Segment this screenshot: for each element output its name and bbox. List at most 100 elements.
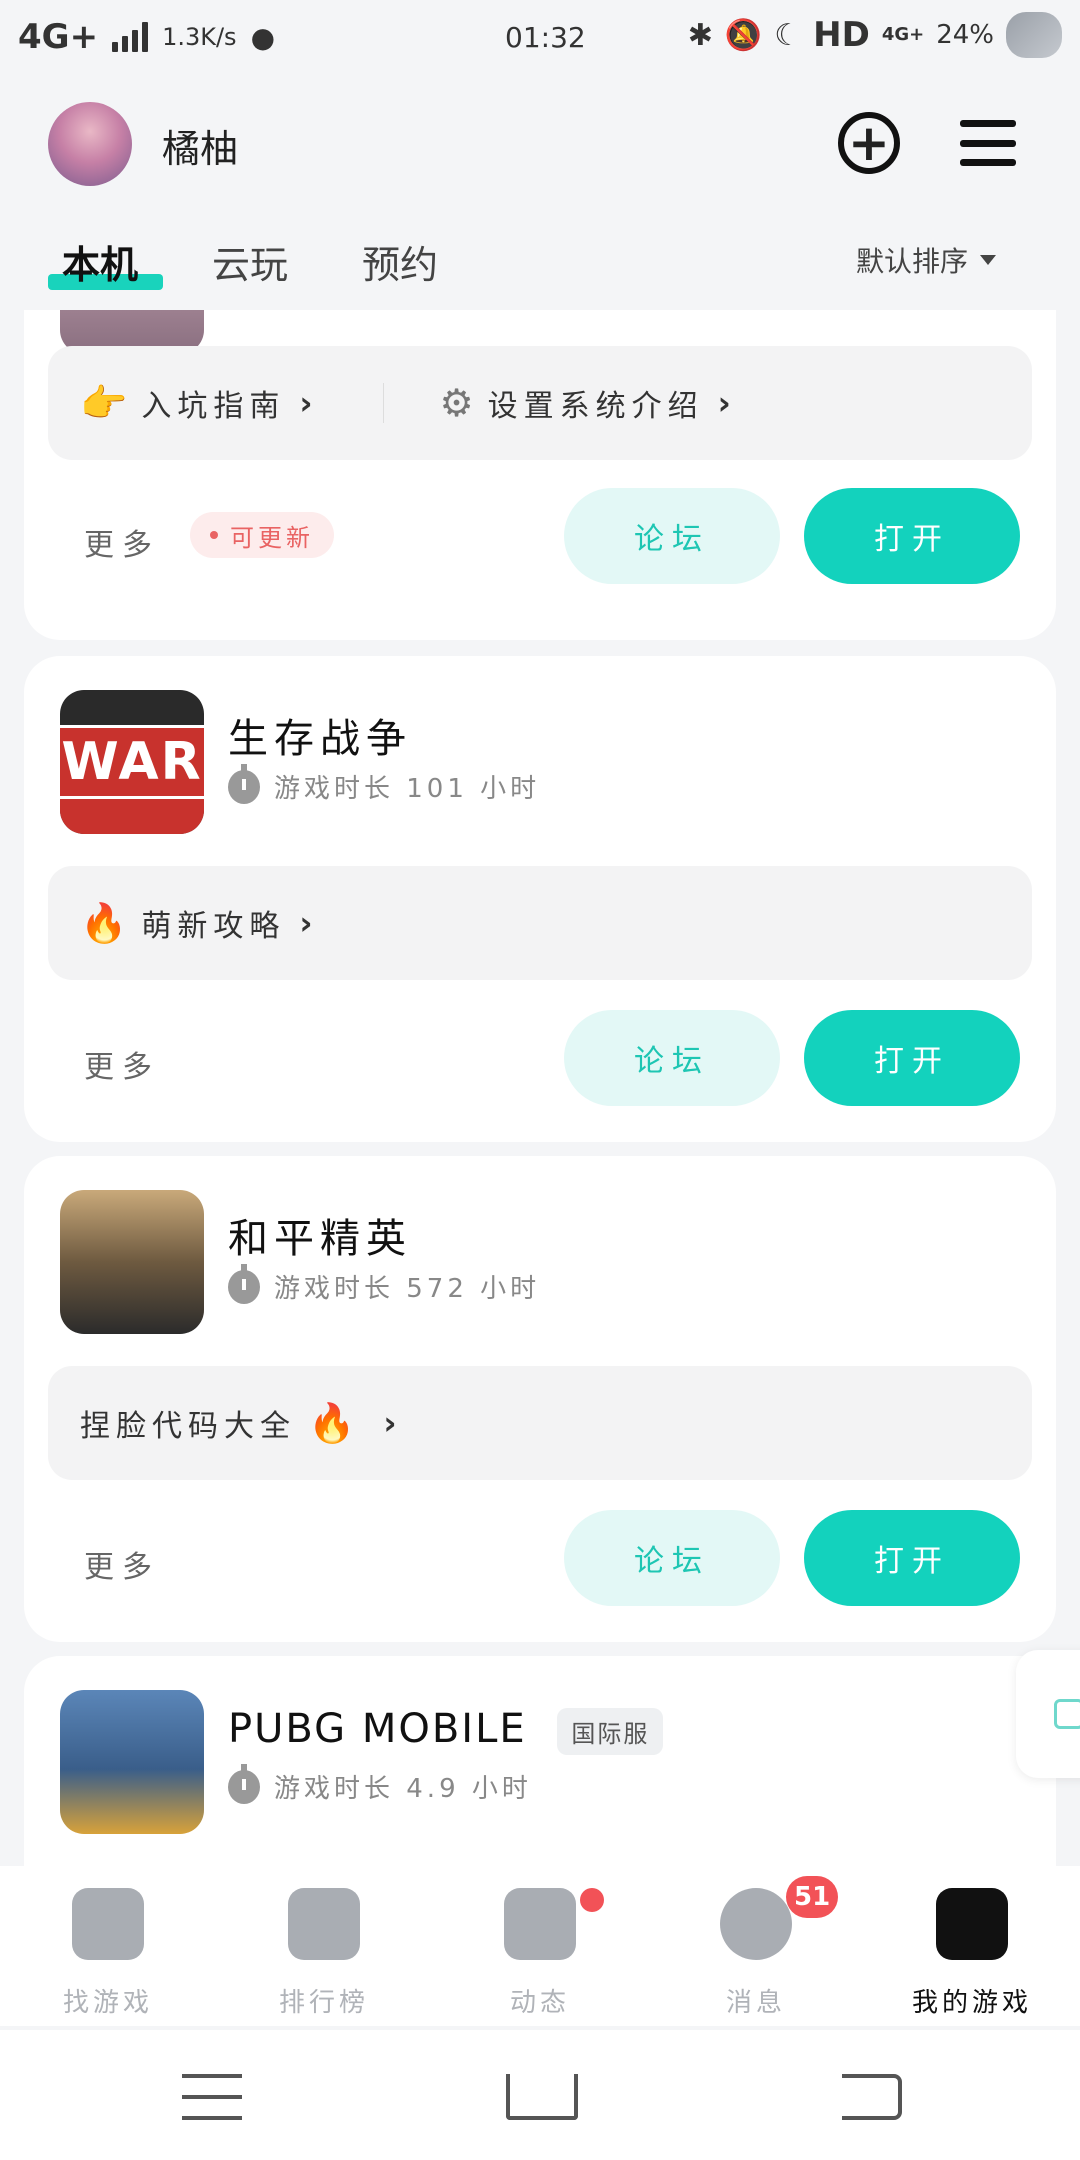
nav-label: 找游戏: [62, 1988, 153, 2018]
play-time: 游戏时长 101 小时: [228, 763, 541, 805]
profile-header: 橘柚 +: [0, 98, 1080, 208]
back-button[interactable]: [842, 2074, 902, 2120]
update-badge[interactable]: 可更新: [190, 512, 334, 558]
game-name[interactable]: 和平精英: [228, 1206, 412, 1264]
more-button[interactable]: 更多: [84, 520, 160, 564]
chevron-right-icon: ›: [299, 904, 319, 942]
dot-icon: [210, 531, 218, 539]
fire-icon: 🔥: [308, 1400, 362, 1445]
forum-button[interactable]: 论坛: [564, 1510, 780, 1606]
gear-icon: ⚙: [439, 381, 480, 425]
nav-label: 我的游戏: [911, 1988, 1032, 2018]
mute-bell-icon: 🔕: [724, 17, 763, 53]
game-name[interactable]: 生存战争: [228, 706, 412, 764]
game-icon-war[interactable]: WAR: [60, 690, 204, 834]
game-icon-peace-elite[interactable]: [60, 1190, 204, 1334]
nav-my-games[interactable]: 我的游戏: [864, 1866, 1080, 2026]
download-icon: [1054, 1699, 1080, 1729]
play-time-text: 游戏时长 101 小时: [274, 774, 541, 804]
system-nav-bar: [0, 2030, 1080, 2160]
find-games-icon: [72, 1888, 144, 1960]
open-button[interactable]: 打开: [804, 1510, 1020, 1606]
hamburger-menu-icon: [960, 120, 1016, 127]
data-indicator: 4G+: [881, 24, 925, 45]
signal-icon: [112, 22, 149, 52]
qq-icon: ●: [250, 20, 275, 54]
gamepad-icon: [936, 1888, 1008, 1960]
stopwatch-icon: [228, 1263, 260, 1304]
tip-link-guide[interactable]: 入坑指南: [141, 381, 285, 425]
tab-local[interactable]: 本机: [62, 234, 138, 289]
game-icon-pubg-mobile[interactable]: [60, 1690, 204, 1834]
download-manager-button[interactable]: [1016, 1650, 1080, 1778]
more-button[interactable]: 更多: [84, 1042, 160, 1086]
sort-label: 默认排序: [856, 245, 969, 278]
feed-icon: [504, 1888, 576, 1960]
play-time: 游戏时长 4.9 小时: [228, 1763, 532, 1805]
nav-find-games[interactable]: 找游戏: [0, 1866, 216, 2026]
play-time-text: 游戏时长 572 小时: [274, 1274, 541, 1304]
tab-reservation[interactable]: 预约: [362, 234, 438, 289]
add-button[interactable]: +: [838, 112, 900, 174]
open-button[interactable]: 打开: [804, 1010, 1020, 1106]
server-tag: 国际服: [557, 1707, 664, 1755]
game-card: WAR 生存战争 游戏时长 101 小时 🔥 萌新攻略 › 更多 论坛 打开: [24, 656, 1056, 1142]
caret-down-icon: [980, 255, 997, 265]
clock: 01:32: [505, 20, 586, 54]
battery-level: 24%: [936, 20, 994, 50]
nav-messages[interactable]: 51 消息: [648, 1866, 864, 2026]
chat-bubble-icon: [720, 1888, 792, 1960]
plus-circle-icon: +: [848, 114, 890, 172]
chevron-right-icon: ›: [383, 1404, 403, 1442]
play-time: 游戏时长 572 小时: [228, 1263, 541, 1305]
game-card: 👉 入坑指南 › ⚙ 设置系统介绍 › 更多 可更新 论坛 打开: [24, 310, 1056, 640]
icon-text: WAR: [60, 725, 204, 799]
update-label: 可更新: [230, 523, 314, 552]
forum-button[interactable]: 论坛: [564, 1010, 780, 1106]
network-speed: 1.3K/s: [162, 23, 237, 51]
nav-leaderboard[interactable]: 排行榜: [216, 1866, 432, 2026]
tab-bar: 本机 云玩 预约 默认排序: [0, 228, 1080, 308]
bottom-nav: 找游戏 排行榜 动态 51 消息 我的游戏: [0, 1866, 1080, 2026]
recent-apps-button[interactable]: [182, 2074, 242, 2120]
nav-label: 动态: [509, 1988, 570, 2018]
nav-label: 排行榜: [278, 1988, 369, 2018]
menu-lines-icon: [182, 2074, 242, 2078]
game-list[interactable]: 👉 入坑指南 › ⚙ 设置系统介绍 › 更多 可更新 论坛 打开 WAR 生存战…: [0, 310, 1080, 1870]
fire-icon: 🔥: [80, 900, 134, 945]
tip-text: 萌新攻略: [141, 909, 286, 944]
tips-row[interactable]: 🔥 萌新攻略 ›: [48, 866, 1032, 980]
notification-dot: [580, 1888, 604, 1912]
hd-indicator: HD: [813, 15, 870, 55]
pointing-hand-icon: 👉: [80, 380, 134, 425]
tip-text: 捏脸代码大全: [80, 1409, 296, 1444]
menu-button[interactable]: [960, 120, 1016, 166]
divider: [382, 383, 384, 423]
open-button[interactable]: 打开: [804, 488, 1020, 584]
username[interactable]: 橘柚: [162, 118, 238, 173]
nav-label: 消息: [725, 1988, 786, 2018]
game-card: PUBG MOBILE 国际服 游戏时长 4.9 小时: [24, 1656, 1056, 1870]
game-card: 和平精英 游戏时长 572 小时 捏脸代码大全 🔥 › 更多 论坛 打开: [24, 1156, 1056, 1642]
more-button[interactable]: 更多: [84, 1542, 160, 1586]
chevron-right-icon: ›: [299, 384, 319, 422]
tips-row: 👉 入坑指南 › ⚙ 设置系统介绍 ›: [48, 346, 1032, 460]
game-name[interactable]: PUBG MOBILE 国际服: [228, 1706, 664, 1755]
tip-link-settings[interactable]: 设置系统介绍: [488, 381, 704, 425]
avatar[interactable]: [48, 102, 132, 186]
tips-row[interactable]: 捏脸代码大全 🔥 ›: [48, 1366, 1032, 1480]
forum-button[interactable]: 论坛: [564, 488, 780, 584]
chevron-right-icon: ›: [717, 384, 737, 422]
nav-feed[interactable]: 动态: [432, 1866, 648, 2026]
network-type: 4G+: [18, 17, 99, 57]
tab-cloud-play[interactable]: 云玩: [212, 234, 288, 289]
stopwatch-icon: [228, 1763, 260, 1804]
game-name-text: PUBG MOBILE: [228, 1706, 527, 1752]
sort-dropdown[interactable]: 默认排序: [856, 240, 997, 280]
battery-icon: [1006, 12, 1062, 58]
play-time-text: 游戏时长 4.9 小时: [274, 1774, 532, 1804]
home-button[interactable]: [506, 2074, 578, 2120]
status-bar: 4G+ 1.3K/s ● 01:32 ✱ 🔕 ☾ HD 4G+ 24%: [0, 0, 1080, 74]
stopwatch-icon: [228, 763, 260, 804]
bluetooth-icon: ✱: [687, 17, 713, 53]
